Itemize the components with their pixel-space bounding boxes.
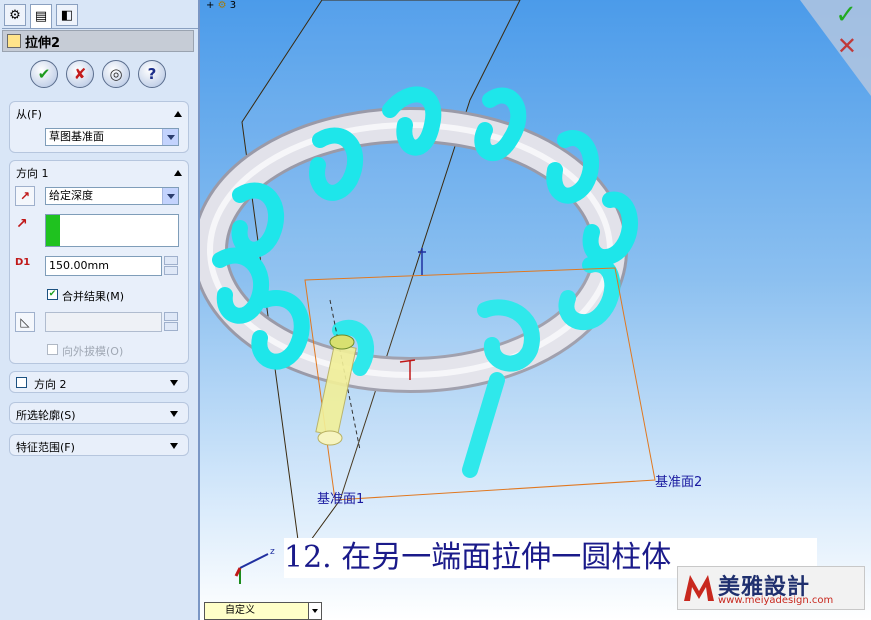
direction1-group: 方向 1 ↗ 给定深度 ↗ D1 150.00mm ✔ 合并结果(M) ◺ 向外… [9,160,189,364]
selected-contours-group[interactable]: 所选轮廓(S) [9,402,189,424]
feature-title-bar: 拉伸2 [2,30,194,52]
direction2-checkbox[interactable] [16,377,27,388]
view-orientation-value: 自定义 [225,605,255,616]
expand-icon [170,411,178,417]
feature-scope-label: 特征范围(F) [16,441,75,454]
property-manager-icon: ▤ [34,9,48,24]
feature-scope-group[interactable]: 特征范围(F) [9,434,189,456]
direction2-label: 方向 2 [34,378,67,391]
checkmark-icon: ✔ [37,65,51,83]
draft-angle-input[interactable] [45,312,162,332]
chevron-down-icon [162,129,178,145]
draft-outward-checkbox[interactable] [47,344,58,355]
close-icon: ✘ [73,65,87,83]
direction2-group[interactable]: 方向 2 [9,371,189,393]
svg-text:z: z [270,547,275,557]
depth-input[interactable]: 150.00mm [45,256,162,276]
spin-down-icon [164,322,178,331]
collapse-icon [174,170,182,176]
detailed-preview-button[interactable]: ◎ [102,60,130,88]
extrude-feature-icon [7,34,21,48]
property-manager-panel: ⚙ ▤ ◧ 拉伸2 ✔ ✘ ◎ ? 从(F) 草图基准面 方向 1 ↗ 给定深度… [0,0,200,620]
logo-mark-icon [684,575,714,601]
spin-up-icon [164,256,178,265]
end-condition-select[interactable]: 给定深度 [45,187,179,205]
draft-icon: ◺ [20,315,30,329]
feature-manager-icon: ⚙ [9,7,21,23]
view-orientation-select[interactable]: 自定义 [204,602,322,620]
selection-indicator [46,215,60,246]
spin-up-icon [164,312,178,321]
help-button[interactable]: ? [138,60,166,88]
end-condition-value: 给定深度 [49,189,93,202]
depth-value: 150.00mm [49,259,109,272]
logo-url: www.meiyadesign.com [718,595,834,606]
draft-spinner[interactable] [164,312,178,332]
direction1-header[interactable]: 方向 1 [16,166,182,180]
manager-tabs: ⚙ ▤ ◧ [2,2,198,29]
depth-icon: D1 [15,257,31,268]
feature-title: 拉伸2 [25,35,61,51]
origin-marker [418,248,426,275]
chevron-down-icon [162,188,178,204]
confirm-cancel-icon[interactable]: ✕ [837,32,857,60]
merge-result-label: 合并结果(M) [62,290,125,303]
from-select-value: 草图基准面 [49,130,104,143]
depth-spinner[interactable] [164,256,178,276]
reverse-direction-button[interactable]: ↗ [15,186,35,206]
plane2-label: 基准面2 [655,475,703,490]
model-graphics: z [200,0,871,584]
help-icon: ? [147,65,157,83]
feature-manager-tab[interactable]: ⚙ [4,4,26,26]
watermark-logo: 美雅設計 www.meiyadesign.com [677,566,865,610]
axis-triad: z [234,547,275,584]
draft-outward-label: 向外拔模(O) [62,345,124,358]
from-select[interactable]: 草图基准面 [45,128,179,146]
preview-glasses-icon: ◎ [109,65,123,83]
expand-icon [170,380,178,386]
from-group-label: 从(F) [16,108,42,121]
direction-selection-box[interactable] [45,214,179,247]
configuration-manager-icon: ◧ [60,7,74,23]
collapse-icon [174,111,182,117]
chevron-down-icon [308,603,321,619]
spin-down-icon [164,266,178,275]
from-group: 从(F) 草图基准面 [9,101,189,153]
reference-plane-2 [304,267,656,501]
reverse-direction-icon: ↗ [19,189,31,203]
from-group-header[interactable]: 从(F) [16,107,182,121]
direction-arrow-icon: ↗ [16,216,28,232]
configuration-manager-tab[interactable]: ◧ [56,4,78,26]
merge-result-checkbox[interactable]: ✔ [47,289,58,300]
graphics-viewport[interactable]: + ⚙ 3 z 基准面1 基准面2 ✓ ✕ 12. 在另一端面拉伸一圆柱体 美雅… [200,0,871,620]
direction1-label: 方向 1 [16,167,49,180]
draft-button[interactable]: ◺ [15,312,35,332]
confirmation-corner: ✓ ✕ [813,0,865,80]
confirm-ok-icon[interactable]: ✓ [835,0,857,30]
property-manager-tab[interactable]: ▤ [30,4,52,28]
plane1-label: 基准面1 [317,492,365,507]
selected-contours-label: 所选轮廓(S) [16,409,76,422]
cancel-button[interactable]: ✘ [66,60,94,88]
expand-icon [170,443,178,449]
ok-button[interactable]: ✔ [30,60,58,88]
